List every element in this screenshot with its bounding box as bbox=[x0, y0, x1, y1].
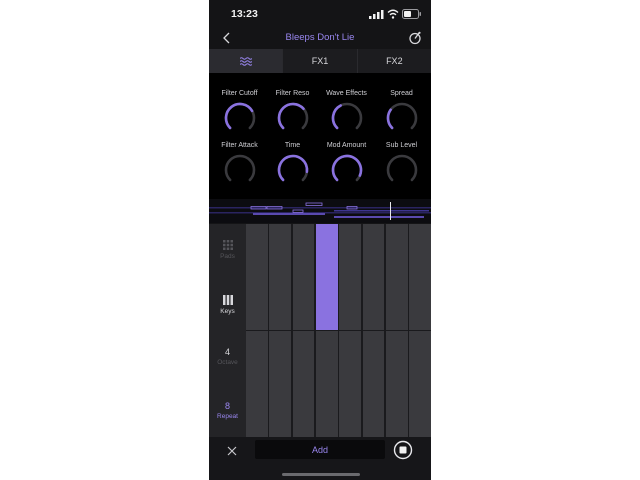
knob-panel: Filter Cutoff Filter Reso Wave Effects Spre… bbox=[209, 73, 431, 199]
knob-label: Mod Amount bbox=[326, 142, 367, 149]
key-pad[interactable] bbox=[269, 331, 292, 437]
preset-title[interactable]: Bleeps Don't Lie bbox=[249, 32, 391, 43]
key-pad[interactable] bbox=[385, 224, 408, 330]
knob-dial[interactable] bbox=[276, 101, 310, 135]
knob-dial[interactable] bbox=[330, 101, 364, 135]
key-pad[interactable] bbox=[362, 331, 385, 437]
knob-filter-cutoff[interactable]: Filter Cutoff bbox=[212, 89, 267, 135]
key-pad[interactable] bbox=[315, 331, 338, 437]
knob-label: Filter Reso bbox=[275, 90, 310, 97]
key-pad[interactable] bbox=[315, 224, 338, 330]
strip-bar bbox=[253, 213, 325, 215]
knob-wave-effects[interactable]: Wave Effects bbox=[319, 89, 374, 135]
keys-mode-button[interactable]: Keys bbox=[209, 295, 246, 315]
status-time: 13:23 bbox=[231, 8, 258, 20]
knob-label: Spread bbox=[390, 90, 413, 97]
knob-value-arc bbox=[277, 102, 305, 130]
knob-filter-attack[interactable]: Filter Attack bbox=[212, 141, 267, 187]
knob-value-arc bbox=[224, 102, 253, 130]
add-button[interactable]: Add bbox=[255, 440, 385, 459]
key-pad[interactable] bbox=[339, 331, 362, 437]
tab-fx2[interactable]: FX2 bbox=[357, 49, 431, 73]
key-pad[interactable] bbox=[292, 331, 315, 437]
strip-note bbox=[292, 209, 304, 213]
key-pad[interactable] bbox=[246, 224, 268, 330]
sequence-overview[interactable] bbox=[209, 199, 431, 223]
knob-label: Sub Level bbox=[385, 142, 418, 149]
status-bar: 13:23 bbox=[209, 0, 431, 28]
strip-track-line bbox=[209, 207, 431, 209]
key-grid bbox=[246, 224, 431, 437]
tuner-icon[interactable] bbox=[407, 30, 423, 46]
key-pad[interactable] bbox=[409, 331, 431, 437]
phone-screen: 13:23 Bleeps Don't Lie FX1 FX2 Filter Cu… bbox=[209, 0, 431, 480]
key-pad[interactable] bbox=[409, 224, 431, 330]
knob-spread[interactable]: Spread bbox=[374, 89, 429, 135]
stop-icon[interactable] bbox=[393, 440, 413, 460]
knob-dial[interactable] bbox=[223, 153, 257, 187]
knob-value-arc bbox=[277, 154, 308, 182]
knob-label: Wave Effects bbox=[326, 90, 367, 97]
pads-label: Pads bbox=[220, 253, 235, 260]
knob-sub-level[interactable]: Sub Level bbox=[374, 141, 429, 187]
key-pad[interactable] bbox=[339, 224, 362, 330]
tab-oscillator[interactable] bbox=[209, 49, 284, 73]
wifi-icon bbox=[387, 9, 399, 19]
knob-time[interactable]: Time bbox=[265, 141, 320, 187]
pads-mode-button[interactable]: Pads bbox=[209, 240, 246, 260]
strip-bar bbox=[334, 216, 424, 218]
knob-value-arc bbox=[331, 104, 342, 130]
knob-dial[interactable] bbox=[385, 153, 419, 187]
battery-icon bbox=[402, 9, 421, 19]
playhead bbox=[390, 202, 391, 220]
back-chevron-icon[interactable] bbox=[219, 30, 235, 46]
knob-track bbox=[386, 154, 417, 182]
knob-label: Filter Attack bbox=[221, 142, 258, 149]
signal-icon bbox=[369, 10, 384, 19]
repeat-control[interactable]: 8 Repeat bbox=[209, 401, 246, 420]
repeat-value: 8 bbox=[224, 401, 230, 411]
wave-icon bbox=[239, 56, 252, 66]
strip-note bbox=[305, 202, 323, 206]
key-pad[interactable] bbox=[269, 224, 292, 330]
octave-label: Octave bbox=[217, 359, 238, 366]
tab-bar: FX1 FX2 bbox=[209, 49, 431, 73]
keys-icon bbox=[222, 295, 233, 305]
knob-track bbox=[386, 102, 417, 130]
keys-label: Keys bbox=[220, 308, 235, 315]
title-bar: Bleeps Don't Lie bbox=[209, 28, 431, 48]
strip-bar bbox=[334, 210, 429, 212]
knob-dial[interactable] bbox=[385, 101, 419, 135]
key-pad[interactable] bbox=[292, 224, 315, 330]
home-indicator bbox=[282, 473, 360, 476]
knob-value-arc bbox=[386, 108, 393, 130]
key-pad[interactable] bbox=[246, 331, 268, 437]
knob-dial[interactable] bbox=[330, 153, 364, 187]
knob-value-arc bbox=[331, 154, 362, 182]
knob-track bbox=[224, 154, 255, 182]
tab-fx1[interactable]: FX1 bbox=[283, 49, 358, 73]
knob-mod-amount[interactable]: Mod Amount bbox=[319, 141, 374, 187]
key-pad[interactable] bbox=[385, 331, 408, 437]
bottom-bar: Add bbox=[209, 437, 431, 480]
knob-label: Time bbox=[284, 142, 301, 149]
pads-grid-icon bbox=[222, 240, 233, 250]
key-pad[interactable] bbox=[362, 224, 385, 330]
knob-label: Filter Cutoff bbox=[221, 90, 258, 97]
knob-filter-reso[interactable]: Filter Reso bbox=[265, 89, 320, 135]
mode-sidebar: Pads Keys 4 Octave 8 Repeat bbox=[209, 224, 246, 437]
knob-dial[interactable] bbox=[276, 153, 310, 187]
close-icon[interactable] bbox=[225, 444, 239, 458]
octave-value: 4 bbox=[224, 347, 230, 357]
repeat-label: Repeat bbox=[217, 413, 238, 420]
knob-dial[interactable] bbox=[223, 101, 257, 135]
octave-control[interactable]: 4 Octave bbox=[209, 347, 246, 366]
